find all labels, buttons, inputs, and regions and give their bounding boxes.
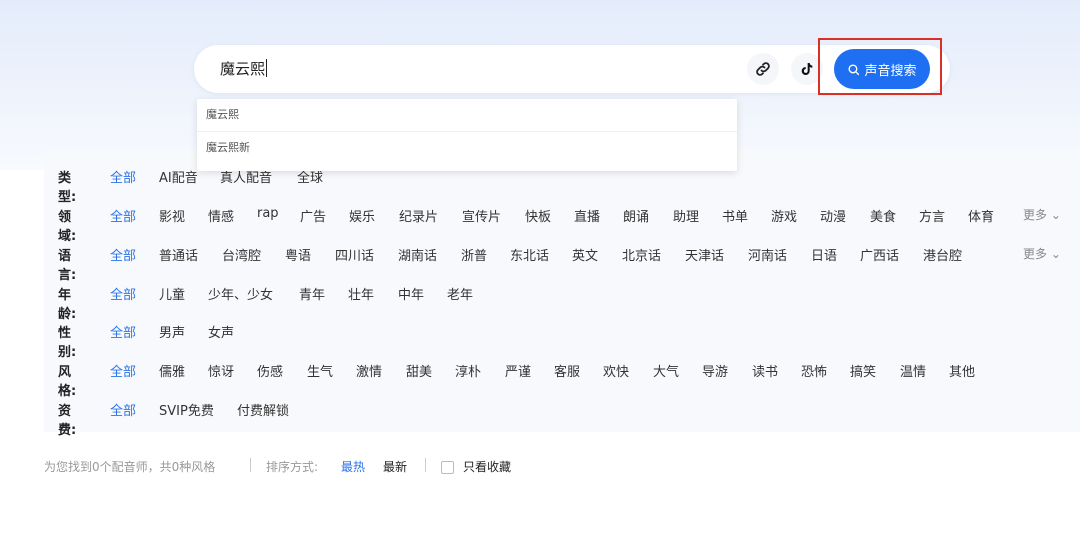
filter-option[interactable]: 全部 bbox=[110, 167, 136, 186]
filter-option[interactable]: 女声 bbox=[208, 322, 234, 341]
divider bbox=[425, 458, 426, 472]
filter-option[interactable]: 生气 bbox=[307, 361, 333, 380]
more-button[interactable]: 更多 ⌄ bbox=[1023, 245, 1061, 262]
filter-label: 类型: bbox=[58, 171, 77, 205]
filter-option[interactable]: 普通话 bbox=[159, 245, 198, 264]
filter-label: 风格: bbox=[58, 365, 77, 399]
filter-option[interactable]: 直播 bbox=[574, 206, 600, 225]
filter-option[interactable]: 动漫 bbox=[820, 206, 846, 225]
filter-label: 语言: bbox=[58, 249, 77, 283]
filter-option[interactable]: 北京话 bbox=[622, 245, 661, 264]
filter-option[interactable]: 体育 bbox=[968, 206, 994, 225]
filter-option[interactable]: 全部 bbox=[110, 322, 136, 341]
filter-option[interactable]: 朗诵 bbox=[623, 206, 649, 225]
filter-option[interactable]: 浙普 bbox=[461, 245, 487, 264]
filter-option[interactable]: 宣传片 bbox=[462, 206, 501, 225]
filter-option[interactable]: 娱乐 bbox=[349, 206, 375, 225]
filter-option[interactable]: 温情 bbox=[900, 361, 926, 380]
filter-option[interactable]: 中年 bbox=[398, 284, 424, 303]
filter-option[interactable]: 助理 bbox=[673, 206, 699, 225]
filter-option[interactable]: 美食 bbox=[870, 206, 896, 225]
suggestion-item[interactable]: 魔云熙 bbox=[197, 99, 737, 131]
filter-option[interactable]: 影视 bbox=[159, 206, 185, 225]
more-button[interactable]: 更多 ⌄ bbox=[1023, 206, 1061, 223]
filter-option[interactable]: 全部 bbox=[110, 400, 136, 419]
filter-option[interactable]: rap bbox=[257, 206, 279, 221]
divider bbox=[250, 458, 251, 472]
filter-option[interactable]: 港台腔 bbox=[923, 245, 962, 264]
filter-label: 性别: bbox=[58, 326, 77, 360]
filter-option[interactable]: 其他 bbox=[949, 361, 975, 380]
filter-option[interactable]: 青年 bbox=[299, 284, 325, 303]
filter-option[interactable]: 少年、少女 bbox=[208, 284, 273, 303]
filter-option[interactable]: 读书 bbox=[752, 361, 778, 380]
filter-option[interactable]: 男声 bbox=[159, 322, 185, 341]
filter-option[interactable]: 快板 bbox=[525, 206, 551, 225]
suggestion-dropdown: 魔云熙 魔云熙新 bbox=[197, 99, 737, 171]
filter-option[interactable]: 广西话 bbox=[860, 245, 899, 264]
link-icon[interactable] bbox=[747, 53, 779, 85]
filter-option[interactable]: 伤感 bbox=[257, 361, 283, 380]
filter-option[interactable]: 河南话 bbox=[748, 245, 787, 264]
filter-label: 年龄: bbox=[58, 288, 77, 322]
filter-option[interactable]: 恐怖 bbox=[801, 361, 827, 380]
filter-panel bbox=[44, 150, 1080, 432]
filter-option[interactable]: 东北话 bbox=[510, 245, 549, 264]
favorites-checkbox[interactable] bbox=[441, 461, 454, 474]
filter-option[interactable]: 激情 bbox=[356, 361, 382, 380]
filter-option[interactable]: 搞笑 bbox=[850, 361, 876, 380]
search-input[interactable]: 魔云熙 bbox=[220, 58, 268, 79]
filter-option[interactable]: 严谨 bbox=[505, 361, 531, 380]
filter-option[interactable]: 惊讶 bbox=[208, 361, 234, 380]
filter-option[interactable]: 老年 bbox=[447, 284, 473, 303]
filter-option[interactable]: 游戏 bbox=[771, 206, 797, 225]
filter-option[interactable]: SVIP免费 bbox=[159, 400, 214, 419]
filter-option[interactable]: 全部 bbox=[110, 206, 136, 225]
suggestion-item[interactable]: 魔云熙新 bbox=[197, 131, 737, 164]
filter-option[interactable]: 情感 bbox=[208, 206, 234, 225]
filter-option[interactable]: 台湾腔 bbox=[222, 245, 261, 264]
filter-option[interactable]: 全部 bbox=[110, 284, 136, 303]
filter-option[interactable]: 全部 bbox=[110, 245, 136, 264]
filter-option[interactable]: 付费解锁 bbox=[237, 400, 289, 419]
sort-hot[interactable]: 最热 bbox=[341, 458, 365, 475]
sort-new[interactable]: 最新 bbox=[383, 458, 407, 475]
filter-option[interactable]: 广告 bbox=[300, 206, 326, 225]
filter-option[interactable]: 欢快 bbox=[603, 361, 629, 380]
filter-option[interactable]: 客服 bbox=[554, 361, 580, 380]
filter-option[interactable]: 粤语 bbox=[285, 245, 311, 264]
filter-option[interactable]: 四川话 bbox=[335, 245, 374, 264]
filter-option[interactable]: 儒雅 bbox=[159, 361, 185, 380]
filter-option[interactable]: 天津话 bbox=[685, 245, 724, 264]
chevron-down-icon: ⌄ bbox=[1050, 208, 1061, 222]
filter-option[interactable]: 壮年 bbox=[348, 284, 374, 303]
chevron-down-icon: ⌄ bbox=[1050, 247, 1061, 261]
filter-option[interactable]: 淳朴 bbox=[455, 361, 481, 380]
filter-option[interactable]: 全部 bbox=[110, 361, 136, 380]
filter-option[interactable]: 儿童 bbox=[159, 284, 185, 303]
filter-option[interactable]: 英文 bbox=[572, 245, 598, 264]
filter-option[interactable]: 大气 bbox=[653, 361, 679, 380]
filter-option[interactable]: 湖南话 bbox=[398, 245, 437, 264]
filter-option[interactable]: 导游 bbox=[702, 361, 728, 380]
highlight-box bbox=[818, 38, 942, 95]
filter-label: 资费: bbox=[58, 404, 77, 438]
filter-option[interactable]: 日语 bbox=[811, 245, 837, 264]
filter-option[interactable]: 方言 bbox=[919, 206, 945, 225]
filter-option[interactable]: 甜美 bbox=[406, 361, 432, 380]
results-summary: 为您找到0个配音师，共0种风格 bbox=[44, 460, 216, 474]
favorites-label[interactable]: 只看收藏 bbox=[463, 458, 511, 475]
filter-option[interactable]: AI配音 bbox=[159, 167, 198, 186]
filter-label: 领域: bbox=[58, 210, 77, 244]
text-caret bbox=[266, 59, 268, 77]
filter-option[interactable]: 书单 bbox=[722, 206, 748, 225]
sort-label: 排序方式: bbox=[266, 460, 319, 474]
filter-option[interactable]: 纪录片 bbox=[399, 206, 438, 225]
